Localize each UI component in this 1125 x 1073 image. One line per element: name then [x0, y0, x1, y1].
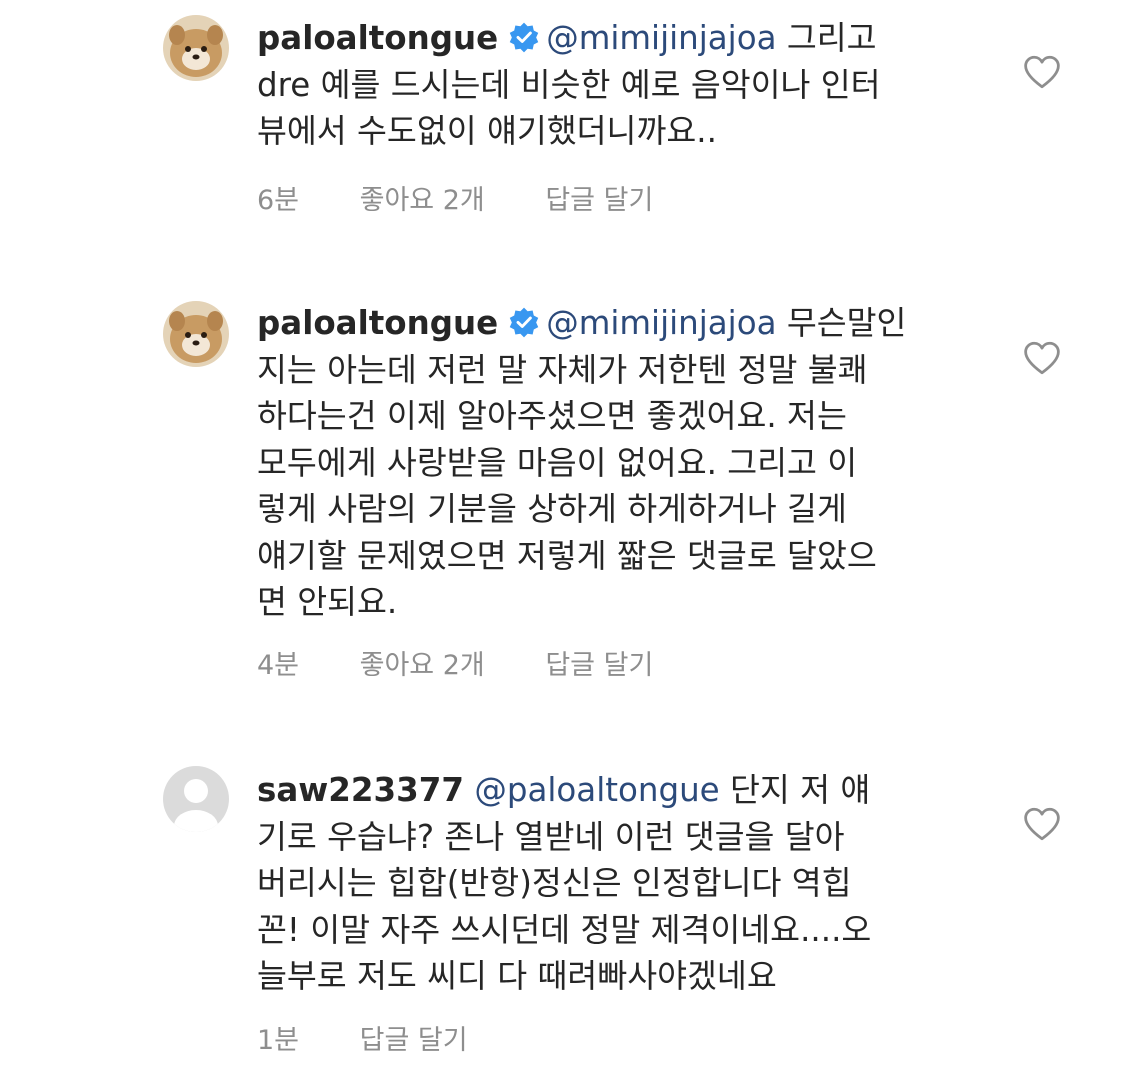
avatar[interactable]: [163, 766, 229, 832]
verified-badge-icon: [509, 307, 539, 338]
comment-meta: 6분 좋아요 2개 답글 달기: [257, 178, 705, 217]
comment-line: 기로 우습냐? 존나 열받네 이런 댓글을 달아: [257, 817, 845, 856]
avatar[interactable]: [163, 301, 229, 367]
comment-meta: 4분 좋아요 2개 답글 달기: [257, 643, 705, 682]
comment-line: 면 안되요.: [257, 583, 398, 621]
comment-text: paloaltongue @mimijinjajoa 그리고 dre 예를 드시…: [257, 15, 957, 155]
comment-line: 꼰! 이말 자주 쓰시던데 정말 제격이네요....오: [257, 910, 872, 949]
comment-line: 뷰에서 수도없이 얘기했더니까요..: [257, 112, 717, 150]
reply-button[interactable]: 답글 달기: [545, 650, 653, 681]
comment-line: 버리시는 힙합(반항)정신은 인정합니다 역힙: [257, 864, 852, 902]
comment-text: paloaltongue @mimijinjajoa 무슨말인 지는 아는데 저…: [257, 300, 957, 626]
mention-link[interactable]: @mimijinjajoa: [546, 304, 776, 342]
mention-link[interactable]: @mimijinjajoa: [546, 19, 776, 57]
likes-count[interactable]: 좋아요 2개: [360, 185, 485, 216]
heart-outline-icon[interactable]: [1022, 54, 1062, 90]
heart-outline-icon[interactable]: [1022, 806, 1062, 842]
heart-outline-icon[interactable]: [1022, 340, 1062, 376]
comment-line: 렇게 사람의 기분을 상하게 하게하거나 길게: [257, 490, 847, 528]
timestamp: 1분: [257, 1025, 300, 1056]
reply-button[interactable]: 답글 달기: [360, 1025, 468, 1056]
comment-line: 모두에게 사랑받을 마음이 없어요. 그리고 이: [257, 443, 858, 482]
comment-line: 그리고: [786, 19, 877, 57]
verified-badge-icon: [509, 22, 539, 53]
comment-line: 무슨말인: [786, 304, 907, 342]
username-link[interactable]: saw223377: [257, 771, 464, 809]
default-user-avatar-icon: [163, 766, 229, 832]
comment-line: 하다는건 이제 알아주셨으면 좋겠어요. 저는: [257, 397, 847, 435]
avatar[interactable]: [163, 15, 229, 81]
mention-link[interactable]: @paloaltongue: [474, 771, 719, 809]
username-link[interactable]: paloaltongue: [257, 304, 498, 342]
comment-line: 얘기할 문제였으면 저렇게 짧은 댓글로 달았으: [257, 536, 877, 575]
reply-button[interactable]: 답글 달기: [545, 185, 653, 216]
username-link[interactable]: paloaltongue: [257, 19, 498, 57]
timestamp: 6분: [257, 185, 300, 216]
likes-count[interactable]: 좋아요 2개: [360, 650, 485, 681]
comment-line: dre 예를 드시는데 비슷한 예로 음악이나 인터: [257, 65, 881, 104]
comment-line: 단지 저 얘: [730, 771, 871, 809]
timestamp: 4분: [257, 650, 300, 681]
comment-line: 지는 아는데 저런 말 자체가 저한텐 정말 불쾌: [257, 350, 868, 389]
comment-meta: 1분 답글 달기: [257, 1018, 520, 1057]
comment-line: 늘부로 저도 씨디 다 때려빠사야겠네요: [257, 957, 777, 995]
comment-text: saw223377 @paloaltongue 단지 저 얘 기로 우습냐? 존…: [257, 767, 957, 1000]
